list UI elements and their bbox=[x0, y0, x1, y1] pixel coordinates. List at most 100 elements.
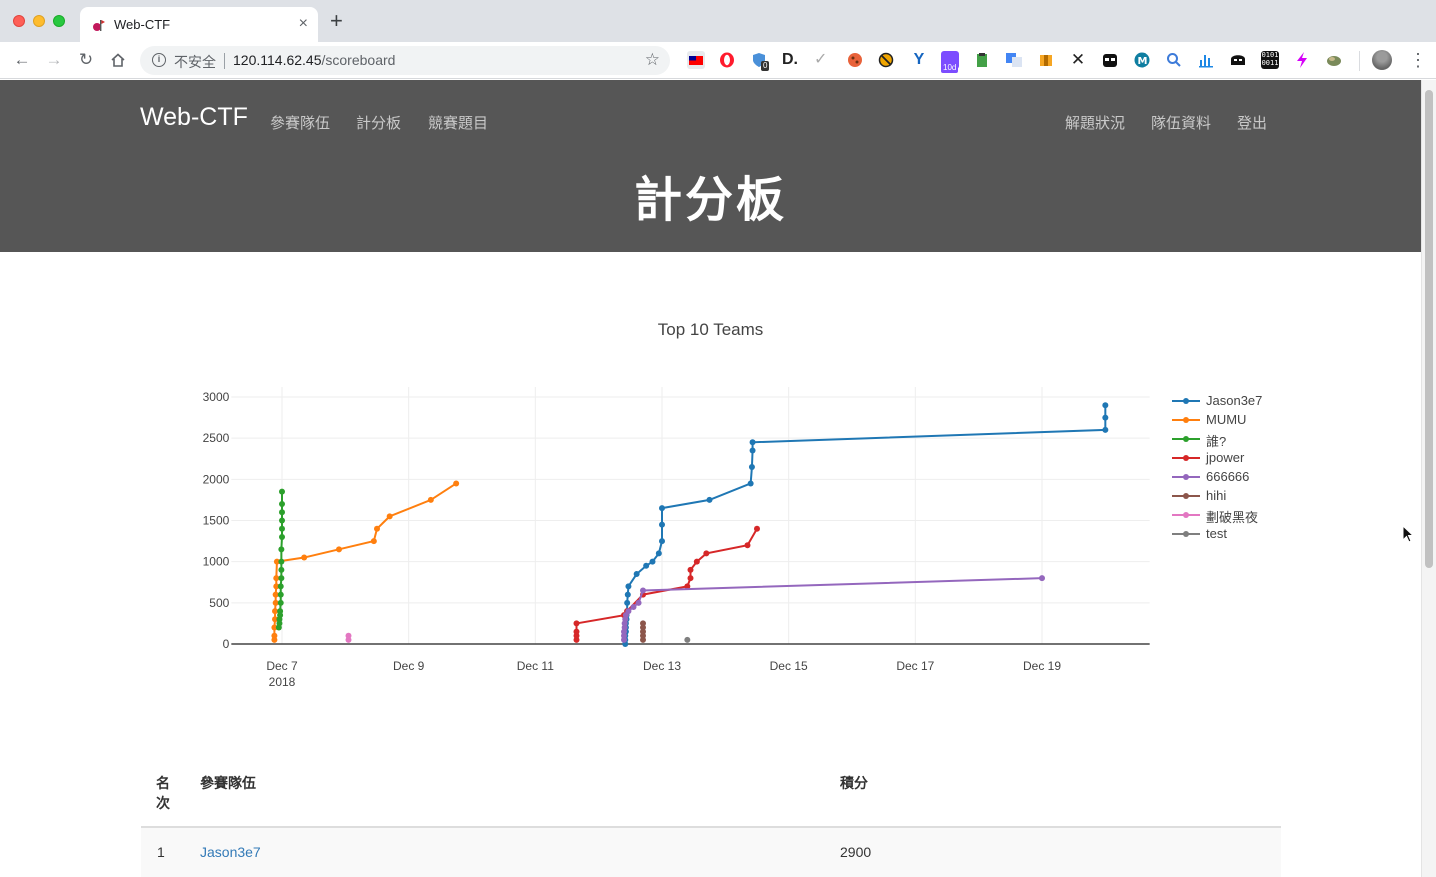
row-rank: 1 bbox=[157, 844, 165, 860]
y-tick-label: 500 bbox=[209, 596, 229, 610]
lightning-extension-icon[interactable] bbox=[1293, 51, 1311, 69]
row-score: 2900 bbox=[840, 844, 872, 860]
legend-label: 666666 bbox=[1206, 469, 1250, 484]
minimize-window-button[interactable] bbox=[33, 15, 45, 27]
tab-close-icon[interactable]: × bbox=[299, 15, 308, 33]
box-extension-icon[interactable] bbox=[1037, 51, 1055, 69]
data-point bbox=[279, 509, 285, 516]
data-point bbox=[659, 505, 665, 512]
reload-icon[interactable]: ↻ bbox=[76, 50, 96, 70]
toolbar-divider bbox=[1359, 51, 1360, 71]
x-tick-label: Dec 13 bbox=[643, 659, 681, 673]
legend-swatch bbox=[1172, 474, 1200, 480]
back-arrow-icon[interactable]: ← bbox=[12, 50, 32, 70]
y-tick-label: 1500 bbox=[203, 514, 230, 528]
page-viewport: Web-CTF 參賽隊伍 計分板 競賽題目 解題狀況 隊伍資料 登出 計分板 T… bbox=[0, 80, 1421, 877]
info-icon[interactable]: i bbox=[152, 53, 166, 67]
cookie-extension-icon[interactable] bbox=[846, 51, 864, 69]
tab-title: Web-CTF bbox=[114, 17, 171, 32]
m-extension-icon[interactable]: M bbox=[1133, 51, 1151, 69]
scrollbar-thumb[interactable] bbox=[1425, 90, 1433, 568]
data-point bbox=[748, 463, 755, 470]
y-extension-icon[interactable]: Y bbox=[910, 51, 928, 69]
data-point bbox=[277, 583, 284, 590]
row-team-link[interactable]: Jason3e7 bbox=[200, 844, 261, 860]
address-bar[interactable]: i 不安全 120.114.62.45/scoreboard ☆ bbox=[140, 46, 670, 75]
legend-label: MUMU bbox=[1206, 412, 1247, 427]
data-point bbox=[271, 632, 278, 639]
page-scrollbar[interactable] bbox=[1421, 80, 1436, 877]
data-point bbox=[624, 599, 631, 606]
data-point bbox=[279, 488, 285, 495]
data-point bbox=[277, 599, 284, 606]
forward-arrow-icon[interactable]: → bbox=[44, 50, 64, 70]
nav-link-logout[interactable]: 登出 bbox=[1237, 112, 1267, 133]
data-point bbox=[624, 591, 631, 598]
translate-extension-icon[interactable] bbox=[1005, 51, 1023, 69]
check-extension-icon[interactable]: ✓ bbox=[814, 51, 832, 69]
cross-extension-icon[interactable]: ✕ bbox=[1069, 51, 1087, 69]
magnifier-extension-icon[interactable] bbox=[1165, 51, 1183, 69]
close-window-button[interactable] bbox=[13, 15, 25, 27]
new-tab-button[interactable]: + bbox=[330, 10, 343, 32]
legend-label: 劃破黑夜 bbox=[1206, 510, 1259, 525]
nav-link-solves[interactable]: 解題狀況 bbox=[1065, 112, 1125, 133]
legend-label: jpower bbox=[1206, 450, 1245, 465]
nav-link-team-profile[interactable]: 隊伍資料 bbox=[1151, 112, 1211, 133]
data-point bbox=[278, 566, 285, 573]
data-point bbox=[279, 533, 285, 540]
nav-link-teams[interactable]: 參賽隊伍 bbox=[270, 112, 330, 133]
legend-swatch bbox=[1172, 417, 1200, 423]
data-point bbox=[630, 603, 637, 610]
data-point bbox=[749, 447, 756, 454]
data-point bbox=[1039, 575, 1045, 582]
opera-extension-icon[interactable] bbox=[718, 51, 736, 69]
leaf-extension-icon[interactable] bbox=[1325, 51, 1343, 69]
flag-extension-icon[interactable] bbox=[687, 51, 705, 69]
page-title: 計分板 bbox=[633, 174, 787, 227]
legend-label: Jason3e7 bbox=[1206, 393, 1263, 408]
data-point bbox=[301, 554, 308, 561]
data-point bbox=[453, 480, 460, 487]
nav-link-scoreboard[interactable]: 計分板 bbox=[356, 112, 401, 133]
d-extension-icon[interactable]: D. bbox=[782, 51, 800, 69]
profile-avatar[interactable] bbox=[1372, 50, 1392, 70]
data-point bbox=[374, 525, 380, 532]
clipboard-extension-icon[interactable] bbox=[973, 51, 991, 69]
data-point bbox=[693, 558, 700, 565]
data-point bbox=[279, 501, 285, 508]
data-point bbox=[278, 546, 285, 553]
data-point bbox=[703, 550, 710, 557]
mask-extension-icon[interactable] bbox=[1229, 51, 1247, 69]
series-line bbox=[624, 405, 1107, 644]
brand-link[interactable]: Web-CTF bbox=[140, 103, 248, 132]
data-point bbox=[1102, 402, 1109, 409]
browser-menu-icon[interactable]: ⋮ bbox=[1409, 48, 1427, 72]
data-point bbox=[625, 583, 632, 590]
data-point bbox=[640, 620, 646, 627]
bookmark-star-icon[interactable]: ☆ bbox=[645, 50, 660, 70]
data-point bbox=[754, 525, 760, 532]
data-point bbox=[573, 628, 580, 635]
data-point bbox=[1102, 426, 1109, 433]
data-point bbox=[277, 608, 284, 615]
browser-tab[interactable]: Web-CTF × bbox=[80, 7, 318, 42]
data-point bbox=[687, 566, 694, 573]
bars-extension-icon[interactable] bbox=[1197, 51, 1215, 69]
block-extension-icon[interactable] bbox=[877, 51, 895, 69]
home-icon[interactable] bbox=[108, 50, 128, 70]
security-label[interactable]: 不安全 bbox=[174, 52, 216, 72]
score-chart[interactable]: Top 10 Teams 0 500 1000 1500 2000 2500 3000 Dec… bbox=[0, 252, 1421, 712]
url-host: 120.114.62.45 bbox=[233, 52, 322, 68]
binary-extension-icon[interactable]: 0101 0011 bbox=[1261, 51, 1279, 69]
maximize-window-button[interactable] bbox=[53, 15, 65, 27]
data-point bbox=[706, 496, 713, 503]
x-tick-sublabel: 2018 bbox=[269, 675, 296, 689]
ghost-extension-icon[interactable] bbox=[1101, 51, 1119, 69]
nav-link-challenges[interactable]: 競賽題目 bbox=[428, 112, 488, 133]
legend-swatch bbox=[1172, 531, 1200, 537]
data-point bbox=[643, 562, 650, 569]
legend-swatch bbox=[1172, 512, 1200, 518]
url-text[interactable]: 120.114.62.45/scoreboard bbox=[233, 52, 395, 68]
data-point bbox=[277, 591, 284, 598]
